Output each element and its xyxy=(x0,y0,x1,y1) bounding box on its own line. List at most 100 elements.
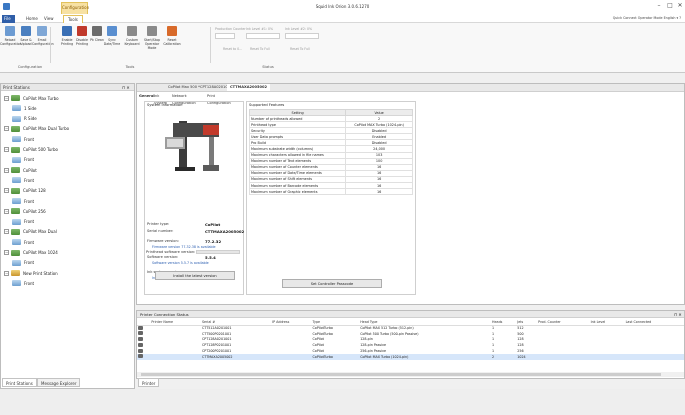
head-icon xyxy=(12,218,21,225)
system-information-panel: System Information Printer type: CoPilot… xyxy=(144,101,244,295)
tree-item[interactable]: − CoPilot 500 Turbo xyxy=(4,145,58,155)
document-tabs: CoPilot Max 500 * CPT128A0201001 CTTMAXA… xyxy=(137,84,684,92)
connection-row[interactable]: CTTMAXA2005002 CoPilotTurbo CoPilot MAX Tu… xyxy=(137,353,684,360)
tree-item[interactable]: Front xyxy=(12,258,34,268)
minimize-button[interactable]: – xyxy=(655,2,663,10)
tree-item[interactable]: − CoPilot 256 xyxy=(4,206,46,216)
connection-cell: 1024 xyxy=(516,353,538,360)
printer-icon xyxy=(138,336,143,341)
ribbon-button-label: Start/Stop Operator Mode xyxy=(143,38,161,50)
supported-features-panel: Supported Features Setting Value Number … xyxy=(246,101,416,295)
tree-item-label: Front xyxy=(24,157,35,163)
tree-item-label: Front xyxy=(24,260,35,266)
printer-icon xyxy=(11,146,20,153)
software-update-link[interactable]: Software version 5.5.7 is available xyxy=(152,261,209,265)
tree-item[interactable]: − New Print Station xyxy=(4,268,58,278)
ribbon-button-9[interactable]: Reset Calibration xyxy=(163,26,181,52)
head-icon xyxy=(12,156,21,163)
ribbon-button-icon xyxy=(167,26,177,36)
tree-item[interactable]: − CoPilot Max Dual Turbo xyxy=(4,124,69,134)
tree-item[interactable]: R Side xyxy=(12,114,37,124)
head-icon xyxy=(12,259,21,266)
ribbon-button-8[interactable]: Start/Stop Operator Mode xyxy=(143,26,161,52)
collapse-icon[interactable]: − xyxy=(4,147,9,152)
collapse-icon[interactable]: − xyxy=(4,167,9,173)
tree-item[interactable]: Front xyxy=(12,278,34,288)
head-icon xyxy=(12,136,21,143)
tree-item-label: CoPilot Max Dual xyxy=(23,229,57,235)
ribbon-button-2[interactable]: Email Configuration xyxy=(32,26,54,52)
collapse-icon[interactable]: − xyxy=(4,229,9,235)
serial-value: CTTMAXA2005002 xyxy=(205,229,245,234)
tree-item-label: Front xyxy=(24,219,35,225)
tree-item[interactable]: − CoPilot Max Dual xyxy=(4,227,57,237)
tree-item[interactable]: − CoPilot xyxy=(4,165,37,175)
print-stations-header: Print Stations xyxy=(1,84,134,91)
collapse-icon[interactable]: − xyxy=(4,250,9,255)
collapse-icon[interactable]: − xyxy=(4,188,9,194)
tab-general[interactable]: General xyxy=(139,93,154,100)
printer-icon xyxy=(138,325,143,330)
pin-icon[interactable]: ⊓ ✕ xyxy=(122,84,130,91)
printer-icon xyxy=(138,354,143,359)
station-icon xyxy=(11,270,20,277)
file-menu[interactable]: File ▾ xyxy=(2,15,15,29)
tree-item[interactable]: Front xyxy=(12,196,34,206)
production-counter-field[interactable] xyxy=(215,33,235,39)
ink-1-reset-to-full-button[interactable]: Reset To Full xyxy=(250,47,270,51)
supported-features-title: Supported Features xyxy=(249,103,285,107)
tab-printer-list[interactable]: Printer List xyxy=(138,378,160,395)
tree-item[interactable]: Front xyxy=(12,175,34,185)
features-row: Maximum number of Graphic elements 16 xyxy=(248,188,413,196)
printer-icon xyxy=(11,167,20,174)
ribbon-button-6[interactable]: Sync Date/Time xyxy=(104,26,120,52)
printer-icon xyxy=(11,228,20,235)
app-icon xyxy=(3,3,10,10)
tab-print-stations[interactable]: Print Stations xyxy=(2,378,37,387)
printer-icon xyxy=(11,187,20,194)
tree-item-label: Front xyxy=(24,177,35,183)
reset-counter-button[interactable]: Reset to 0... xyxy=(223,47,242,51)
tree-item[interactable]: − CoPilot 128 xyxy=(4,186,46,196)
collapse-icon[interactable]: − xyxy=(4,270,9,276)
ribbon-button-icon xyxy=(62,26,72,36)
ribbon-button-icon xyxy=(21,26,31,36)
firmware-label: Firmware version: xyxy=(147,239,179,243)
ribbon-button-icon xyxy=(37,26,47,36)
ink-2-reset-to-full-button[interactable]: Reset To Full xyxy=(290,47,310,51)
quick-connect-bar[interactable]: Quick Connect Operator Mode English ▾ ? xyxy=(613,16,681,20)
tree-item[interactable]: 1 Side xyxy=(12,103,36,113)
tree-item[interactable]: − CoPilot Max Turbo xyxy=(4,93,59,103)
tab-home[interactable]: Home xyxy=(22,15,42,23)
head-icon xyxy=(12,239,21,246)
collapse-icon[interactable]: − xyxy=(4,126,9,132)
printer-image xyxy=(159,117,227,179)
tab-cttmaxa2005002[interactable]: CTTMAXA2005002 xyxy=(227,84,271,91)
install-latest-button[interactable]: Install the latest version xyxy=(155,271,235,280)
ribbon-button-0[interactable]: Reload Configuration xyxy=(0,26,22,52)
tab-view[interactable]: View xyxy=(40,15,58,23)
scrollbar-thumb[interactable] xyxy=(141,373,661,376)
tab-message-explorer[interactable]: Message Explorer xyxy=(37,378,81,387)
collapse-icon[interactable]: − xyxy=(4,208,9,214)
horizontal-scrollbar[interactable] xyxy=(137,372,684,377)
tree-item[interactable]: − CoPilot Max 1024 xyxy=(4,248,58,258)
panel-pin-icon[interactable]: ⊓ ✕ xyxy=(674,311,682,318)
ribbon-button-1[interactable]: Save & Upload xyxy=(19,26,33,52)
connection-cell: 2 xyxy=(491,353,517,360)
maximize-button[interactable]: □ xyxy=(666,2,674,10)
tree-item-label: Front xyxy=(24,280,35,286)
tree-item-label: CoPilot xyxy=(23,167,37,173)
tree-item-label: CoPilot 500 Turbo xyxy=(23,147,58,152)
set-controller-passcode-button[interactable]: Set Controller Passcode xyxy=(282,279,382,288)
ribbon-button-7[interactable]: Custom Keyboard xyxy=(125,26,139,52)
firmware-update-link[interactable]: Firmware version 77.32.38 is available xyxy=(152,245,216,249)
tree-item-label: Front xyxy=(24,239,35,245)
tree-item[interactable]: Front xyxy=(12,217,34,227)
ribbon-button-icon xyxy=(77,26,87,36)
close-button[interactable]: ✕ xyxy=(676,2,684,10)
collapse-icon[interactable]: − xyxy=(4,95,9,101)
tree-item[interactable]: Front xyxy=(12,155,34,165)
tree-item[interactable]: Front xyxy=(12,134,34,144)
tree-item[interactable]: Front xyxy=(12,237,34,247)
